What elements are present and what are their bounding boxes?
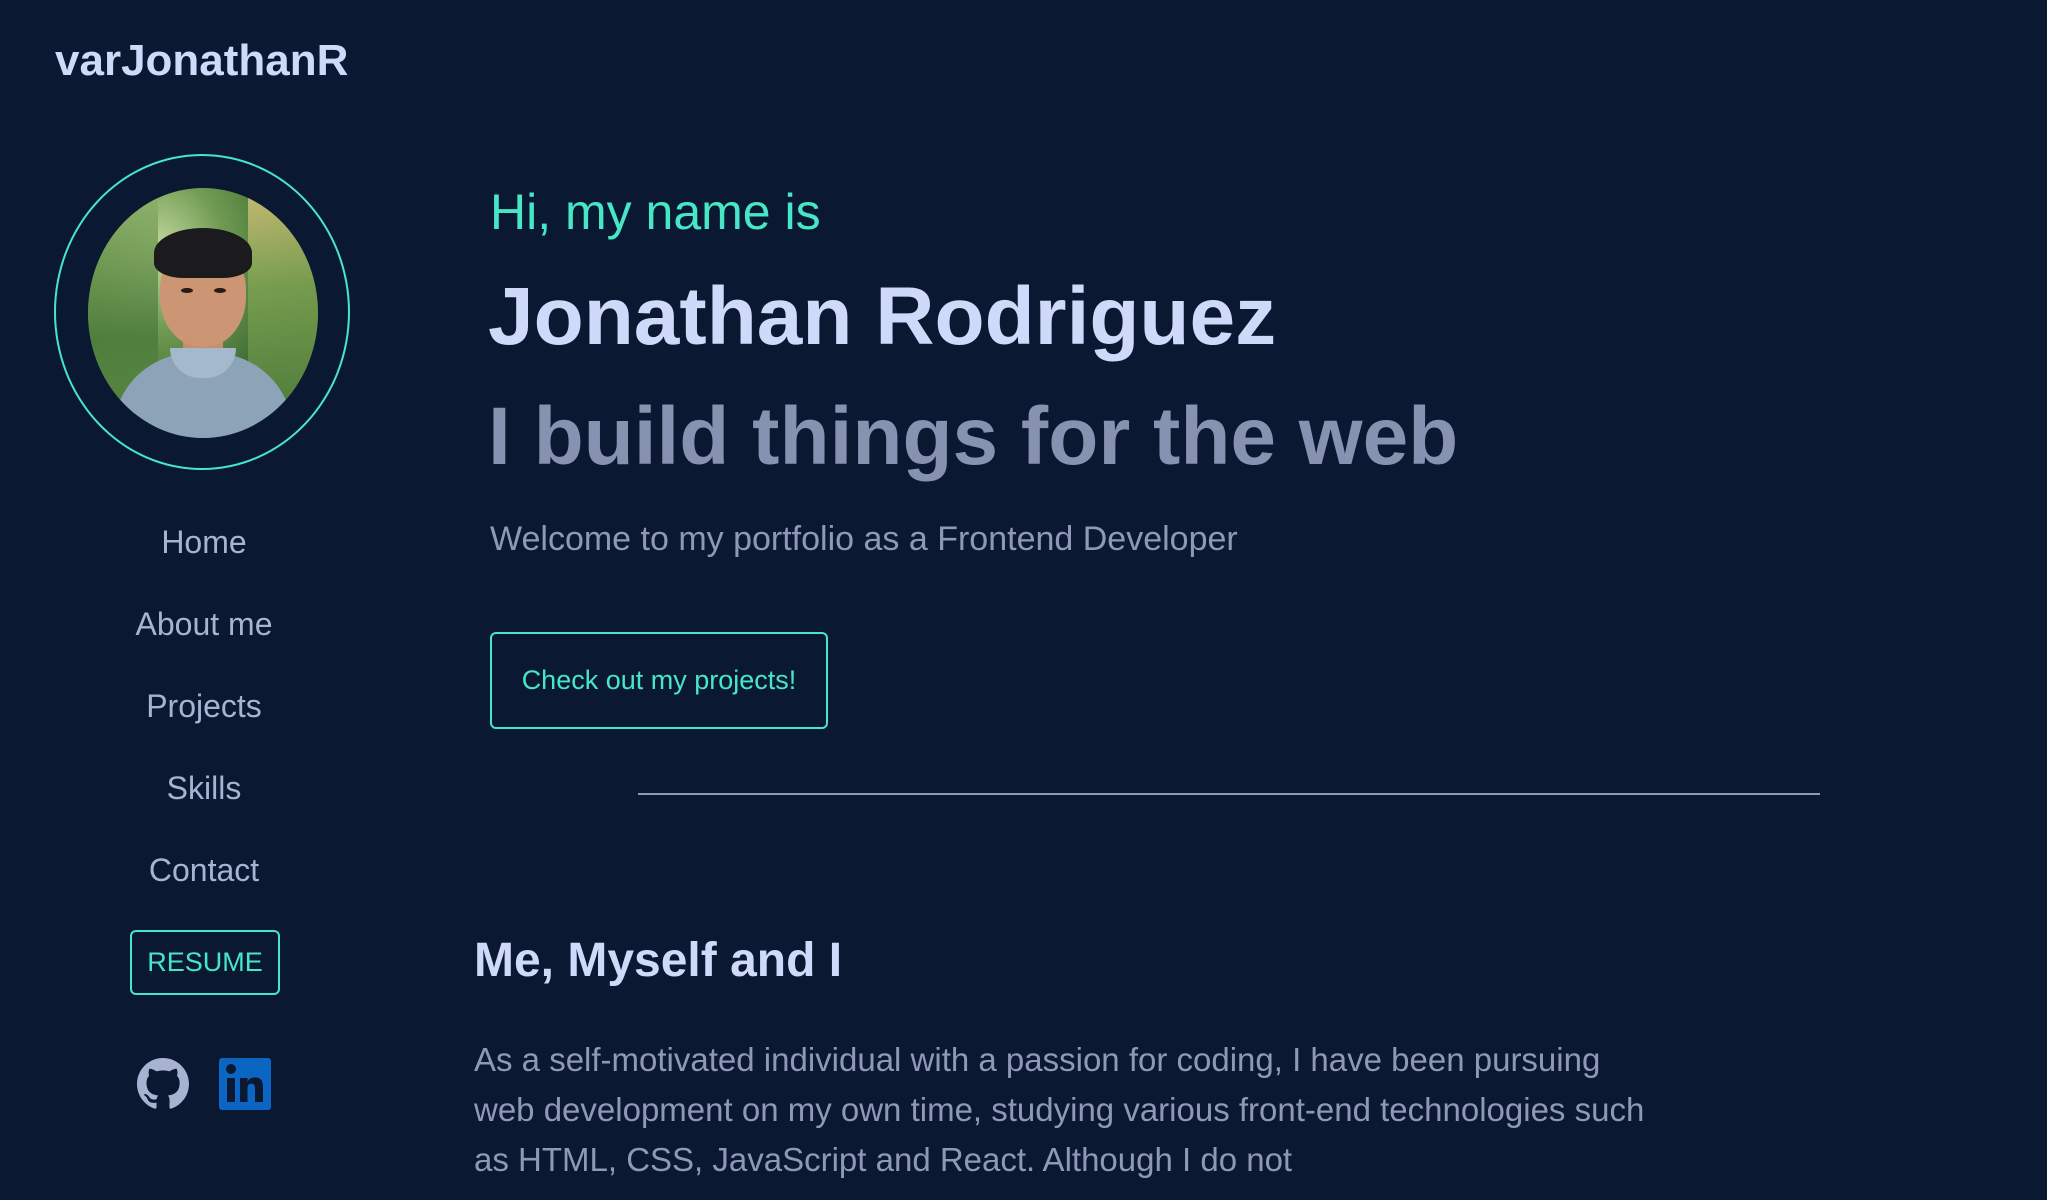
github-icon[interactable] bbox=[137, 1058, 189, 1110]
site-logo[interactable]: varJonathanR bbox=[55, 36, 348, 86]
avatar bbox=[88, 188, 318, 438]
section-divider bbox=[638, 793, 1820, 795]
projects-cta-button[interactable]: Check out my projects! bbox=[490, 632, 828, 729]
avatar-eye-left bbox=[181, 288, 193, 293]
nav-item-projects[interactable]: Projects bbox=[54, 688, 354, 725]
hero-tagline: I build things for the web bbox=[488, 391, 1459, 482]
nav-item-about[interactable]: About me bbox=[54, 606, 354, 643]
avatar-eye-right bbox=[214, 288, 226, 293]
nav-item-skills[interactable]: Skills bbox=[54, 770, 354, 807]
resume-button[interactable]: RESUME bbox=[130, 930, 280, 995]
about-body: As a self-motivated individual with a pa… bbox=[474, 1041, 1645, 1178]
avatar-hair bbox=[154, 228, 252, 278]
nav-item-home[interactable]: Home bbox=[54, 524, 354, 561]
hero-subtitle: Welcome to my portfolio as a Frontend De… bbox=[490, 520, 1238, 558]
hero-intro: Hi, my name is bbox=[490, 184, 821, 240]
linkedin-icon[interactable] bbox=[219, 1058, 271, 1110]
hero-name: Jonathan Rodriguez bbox=[488, 271, 1277, 362]
nav-item-contact[interactable]: Contact bbox=[54, 852, 354, 889]
portfolio-page: varJonathanR Home About me Projects Skil… bbox=[0, 0, 2047, 1200]
about-title: Me, Myself and I bbox=[474, 934, 843, 987]
